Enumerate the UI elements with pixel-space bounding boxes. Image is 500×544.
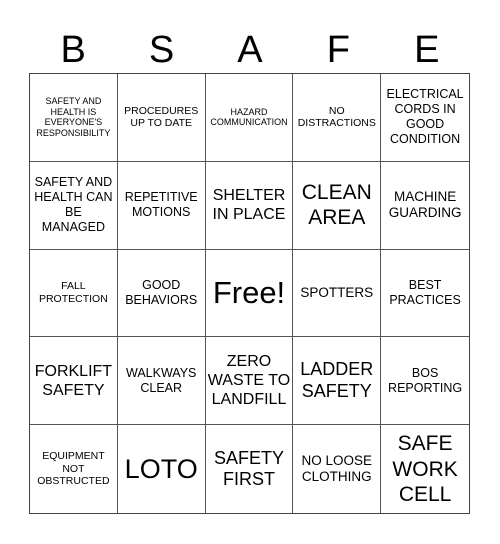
free-cell[interactable]: Free! bbox=[205, 249, 294, 338]
bingo-cell[interactable]: REPETITIVE MOTIONS bbox=[117, 161, 206, 250]
bingo-grid: SAFETY AND HEALTH IS EVERYONE'S RESPONSI… bbox=[29, 73, 470, 514]
bingo-cell[interactable]: PROCEDURES UP TO DATE bbox=[117, 74, 206, 162]
bingo-cell[interactable]: WALKWAYS CLEAR bbox=[117, 337, 206, 426]
bingo-cell[interactable]: SAFETY AND HEALTH CAN BE MANAGED bbox=[30, 161, 118, 250]
bingo-cell[interactable]: NO DISTRACTIONS bbox=[293, 74, 382, 162]
bingo-cell[interactable]: EQUIPMENT NOT OBSTRUCTED bbox=[30, 425, 118, 513]
bingo-cell[interactable]: BOS REPORTING bbox=[381, 337, 469, 426]
bingo-cell[interactable]: GOOD BEHAVIORS bbox=[117, 249, 206, 338]
bingo-header: B S A F E bbox=[29, 28, 471, 73]
bingo-cell[interactable]: LOTO bbox=[118, 425, 206, 513]
bingo-cell[interactable]: SPOTTERS bbox=[293, 249, 382, 338]
bingo-cell[interactable]: SAFETY FIRST bbox=[206, 425, 294, 513]
bingo-cell[interactable]: ELECTRICAL CORDS IN GOOD CONDITION bbox=[381, 74, 469, 162]
bingo-cell[interactable]: CLEAN AREA bbox=[293, 161, 382, 250]
bingo-cell[interactable]: BEST PRACTICES bbox=[381, 250, 469, 338]
header-letter: B bbox=[60, 29, 86, 71]
header-letter: S bbox=[148, 29, 175, 71]
bingo-cell[interactable]: MACHINE GUARDING bbox=[381, 162, 469, 250]
bingo-cell[interactable]: ZERO WASTE TO LANDFILL bbox=[205, 337, 294, 426]
header-letter: F bbox=[326, 29, 350, 71]
header-letter: A bbox=[237, 29, 263, 71]
header-letter: E bbox=[414, 29, 440, 71]
bingo-cell[interactable]: FORKLIFT SAFETY bbox=[30, 337, 118, 426]
bingo-cell[interactable]: SAFETY AND HEALTH IS EVERYONE'S RESPONSI… bbox=[30, 74, 118, 162]
bingo-cell[interactable]: FALL PROTECTION bbox=[30, 249, 118, 338]
bingo-cell[interactable]: NO LOOSE CLOTHING bbox=[293, 425, 382, 513]
bingo-cell[interactable]: LADDER SAFETY bbox=[293, 337, 382, 426]
bingo-cell[interactable]: HAZARD COMMUNICATION bbox=[205, 74, 294, 162]
bingo-cell[interactable]: SAFE WORK CELL bbox=[381, 425, 469, 513]
bingo-cell[interactable]: SHELTER IN PLACE bbox=[205, 161, 294, 250]
